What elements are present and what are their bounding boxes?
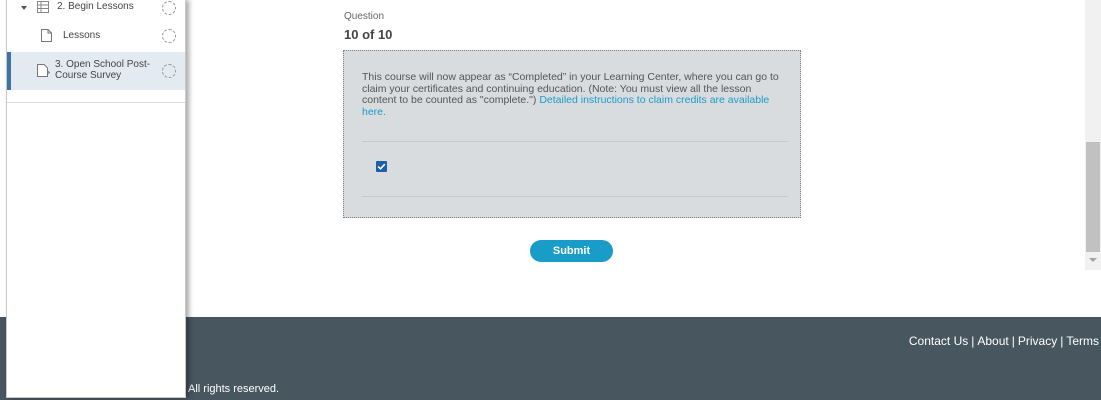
sidebar-divider bbox=[7, 102, 185, 103]
separator-line bbox=[362, 141, 788, 142]
footer-link-contact-us[interactable]: Contact Us bbox=[909, 334, 968, 348]
completion-circle-icon bbox=[162, 1, 176, 15]
question-label: Question bbox=[344, 11, 385, 22]
module-grid-icon bbox=[37, 1, 49, 13]
footer-separator: | bbox=[971, 334, 975, 348]
page-icon bbox=[41, 29, 52, 42]
completion-circle-icon bbox=[162, 29, 176, 43]
sidebar-item-label: 3. Open School Post- Course Survey bbox=[55, 59, 150, 81]
sidebar-item-lessons[interactable]: Lessons bbox=[7, 24, 185, 48]
footer-link-privacy[interactable]: Privacy bbox=[1018, 334, 1057, 348]
vertical-scrollbar[interactable] bbox=[1085, 0, 1101, 270]
question-text: This course will now appear as “Complete… bbox=[362, 71, 787, 118]
footer-separator: | bbox=[1011, 334, 1015, 348]
footer-link-terms[interactable]: Terms bbox=[1066, 334, 1099, 348]
course-outline-sidebar: 2. Begin Lessons Lessons 3. Open School … bbox=[6, 0, 186, 398]
footer-links: Contact Us | About | Privacy | Terms bbox=[909, 334, 1099, 348]
question-panel: This course will now appear as “Complete… bbox=[343, 50, 801, 218]
sidebar-item-begin-lessons[interactable]: 2. Begin Lessons bbox=[7, 0, 185, 20]
label-line-1: 3. Open School Post- bbox=[55, 59, 151, 70]
check-icon bbox=[377, 163, 386, 170]
footer-separator: | bbox=[1060, 334, 1064, 348]
label-line-2: Course Survey bbox=[55, 70, 122, 81]
sidebar-item-post-course-survey[interactable]: 3. Open School Post- Course Survey bbox=[7, 52, 185, 90]
footer-link-about[interactable]: About bbox=[977, 334, 1008, 348]
question-counter: 10 of 10 bbox=[344, 27, 393, 42]
separator-line bbox=[362, 196, 788, 197]
submit-button[interactable]: Submit bbox=[530, 240, 613, 262]
scrollbar-thumb[interactable] bbox=[1086, 142, 1100, 252]
completion-circle-icon bbox=[162, 64, 176, 78]
survey-page-icon bbox=[37, 64, 50, 77]
copyright-text: All rights reserved. bbox=[188, 383, 280, 395]
sidebar-item-label: Lessons bbox=[63, 30, 101, 41]
caret-down-icon[interactable] bbox=[21, 6, 27, 11]
scroll-down-arrow-icon[interactable] bbox=[1089, 258, 1097, 262]
sidebar-item-label: 2. Begin Lessons bbox=[57, 1, 134, 12]
acknowledge-checkbox[interactable] bbox=[376, 161, 387, 172]
